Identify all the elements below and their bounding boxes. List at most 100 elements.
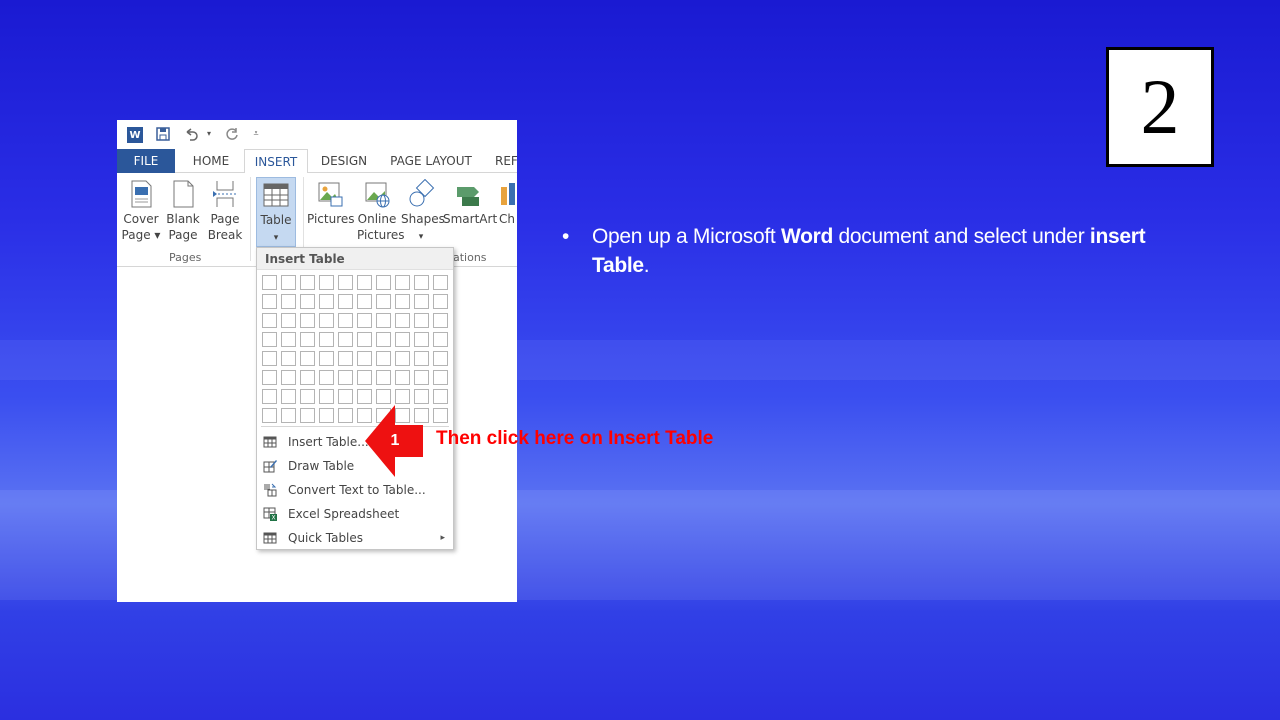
table-grid-cell[interactable] [338, 351, 353, 366]
table-grid-cell[interactable] [338, 275, 353, 290]
table-grid-cell[interactable] [414, 332, 429, 347]
table-grid-cell[interactable] [357, 351, 372, 366]
table-grid-cell[interactable] [414, 313, 429, 328]
tab-references[interactable]: REF [495, 149, 517, 173]
table-grid-cell[interactable] [395, 332, 410, 347]
table-grid-cell[interactable] [376, 332, 391, 347]
table-grid-cell[interactable] [262, 351, 277, 366]
chart-button[interactable]: Ch [499, 179, 517, 227]
table-grid-cell[interactable] [338, 408, 353, 423]
online-pictures-button[interactable]: Online Pictures [357, 179, 405, 243]
table-grid-cell[interactable] [395, 275, 410, 290]
table-grid-cell[interactable] [262, 389, 277, 404]
tab-home[interactable]: HOME [187, 149, 235, 173]
table-grid-cell[interactable] [433, 294, 448, 309]
customize-qat-icon[interactable]: ⩡ [248, 126, 264, 142]
table-grid-cell[interactable] [414, 275, 429, 290]
table-grid-cell[interactable] [319, 294, 334, 309]
table-grid-cell[interactable] [433, 408, 448, 423]
table-grid-cell[interactable] [338, 370, 353, 385]
shapes-button[interactable]: Shapes ▾ [401, 179, 445, 245]
table-grid-cell[interactable] [433, 275, 448, 290]
table-grid-cell[interactable] [414, 370, 429, 385]
table-grid-cell[interactable] [433, 351, 448, 366]
table-grid-cell[interactable] [319, 389, 334, 404]
table-grid-cell[interactable] [395, 389, 410, 404]
undo-icon[interactable] [183, 126, 199, 142]
table-grid-cell[interactable] [300, 294, 315, 309]
table-grid-cell[interactable] [319, 408, 334, 423]
quick-tables-menu-item[interactable]: Quick Tables ▸ [257, 526, 453, 550]
table-grid-cell[interactable] [319, 370, 334, 385]
table-grid-cell[interactable] [338, 294, 353, 309]
table-grid-cell[interactable] [376, 313, 391, 328]
tab-design[interactable]: DESIGN [317, 149, 371, 173]
table-grid-cell[interactable] [262, 370, 277, 385]
convert-text-menu-item[interactable]: Convert Text to Table... [257, 478, 453, 502]
table-grid-cell[interactable] [414, 351, 429, 366]
excel-spreadsheet-menu-item[interactable]: X Excel Spreadsheet [257, 502, 453, 526]
table-grid-cell[interactable] [300, 275, 315, 290]
blank-page-button[interactable]: Blank Page [165, 179, 201, 243]
table-grid-cell[interactable] [357, 275, 372, 290]
table-grid-cell[interactable] [281, 313, 296, 328]
table-grid-cell[interactable] [281, 389, 296, 404]
table-grid-cell[interactable] [319, 275, 334, 290]
table-grid-cell[interactable] [281, 370, 296, 385]
table-grid-cell[interactable] [414, 389, 429, 404]
tab-page-layout[interactable]: PAGE LAYOUT [385, 149, 477, 173]
table-button[interactable]: Table ▾ [256, 177, 296, 247]
table-grid-cell[interactable] [433, 332, 448, 347]
table-grid-cell[interactable] [300, 389, 315, 404]
table-grid-cell[interactable] [300, 370, 315, 385]
table-grid-cell[interactable] [338, 332, 353, 347]
table-grid-cell[interactable] [433, 389, 448, 404]
table-grid-cell[interactable] [433, 313, 448, 328]
table-grid-cell[interactable] [281, 275, 296, 290]
table-grid-cell[interactable] [300, 408, 315, 423]
table-grid-cell[interactable] [300, 313, 315, 328]
undo-dropdown-icon[interactable]: ▾ [201, 126, 217, 142]
table-grid-cell[interactable] [414, 294, 429, 309]
table-grid-cell[interactable] [357, 332, 372, 347]
table-grid-cell[interactable] [281, 294, 296, 309]
table-grid-cell[interactable] [357, 294, 372, 309]
table-grid-cell[interactable] [281, 408, 296, 423]
smartart-button[interactable]: SmartArt [443, 179, 497, 227]
table-grid-cell[interactable] [319, 332, 334, 347]
tab-file[interactable]: FILE [117, 149, 175, 173]
table-grid-cell[interactable] [262, 275, 277, 290]
table-grid-cell[interactable] [395, 370, 410, 385]
table-grid-cell[interactable] [395, 351, 410, 366]
table-grid-cell[interactable] [433, 370, 448, 385]
table-grid-cell[interactable] [262, 313, 277, 328]
table-grid-cell[interactable] [262, 332, 277, 347]
table-grid-cell[interactable] [300, 332, 315, 347]
cover-page-button[interactable]: Cover Page ▾ [121, 179, 161, 243]
table-grid-cell[interactable] [395, 294, 410, 309]
table-grid-cell[interactable] [319, 351, 334, 366]
save-icon[interactable] [155, 126, 171, 142]
table-grid-cell[interactable] [376, 370, 391, 385]
table-grid-cell[interactable] [376, 275, 391, 290]
table-grid-cell[interactable] [376, 294, 391, 309]
table-grid-cell[interactable] [376, 389, 391, 404]
page-break-button[interactable]: Page Break [207, 179, 243, 243]
table-grid-cell[interactable] [357, 313, 372, 328]
table-grid-cell[interactable] [395, 313, 410, 328]
table-grid-cell[interactable] [376, 351, 391, 366]
table-grid-cell[interactable] [357, 389, 372, 404]
table-grid-cell[interactable] [300, 351, 315, 366]
table-grid-cell[interactable] [281, 332, 296, 347]
table-grid-cell[interactable] [338, 313, 353, 328]
table-grid-cell[interactable] [357, 370, 372, 385]
pictures-button[interactable]: Pictures [307, 179, 355, 227]
tab-insert[interactable]: INSERT [244, 149, 308, 174]
table-grid-cell[interactable] [262, 294, 277, 309]
table-grid-cell[interactable] [262, 408, 277, 423]
table-grid-cell[interactable] [281, 351, 296, 366]
table-grid-cell[interactable] [319, 313, 334, 328]
table-grid-cell[interactable] [338, 389, 353, 404]
redo-icon[interactable] [224, 126, 240, 142]
word-app-icon[interactable]: W [127, 127, 143, 143]
